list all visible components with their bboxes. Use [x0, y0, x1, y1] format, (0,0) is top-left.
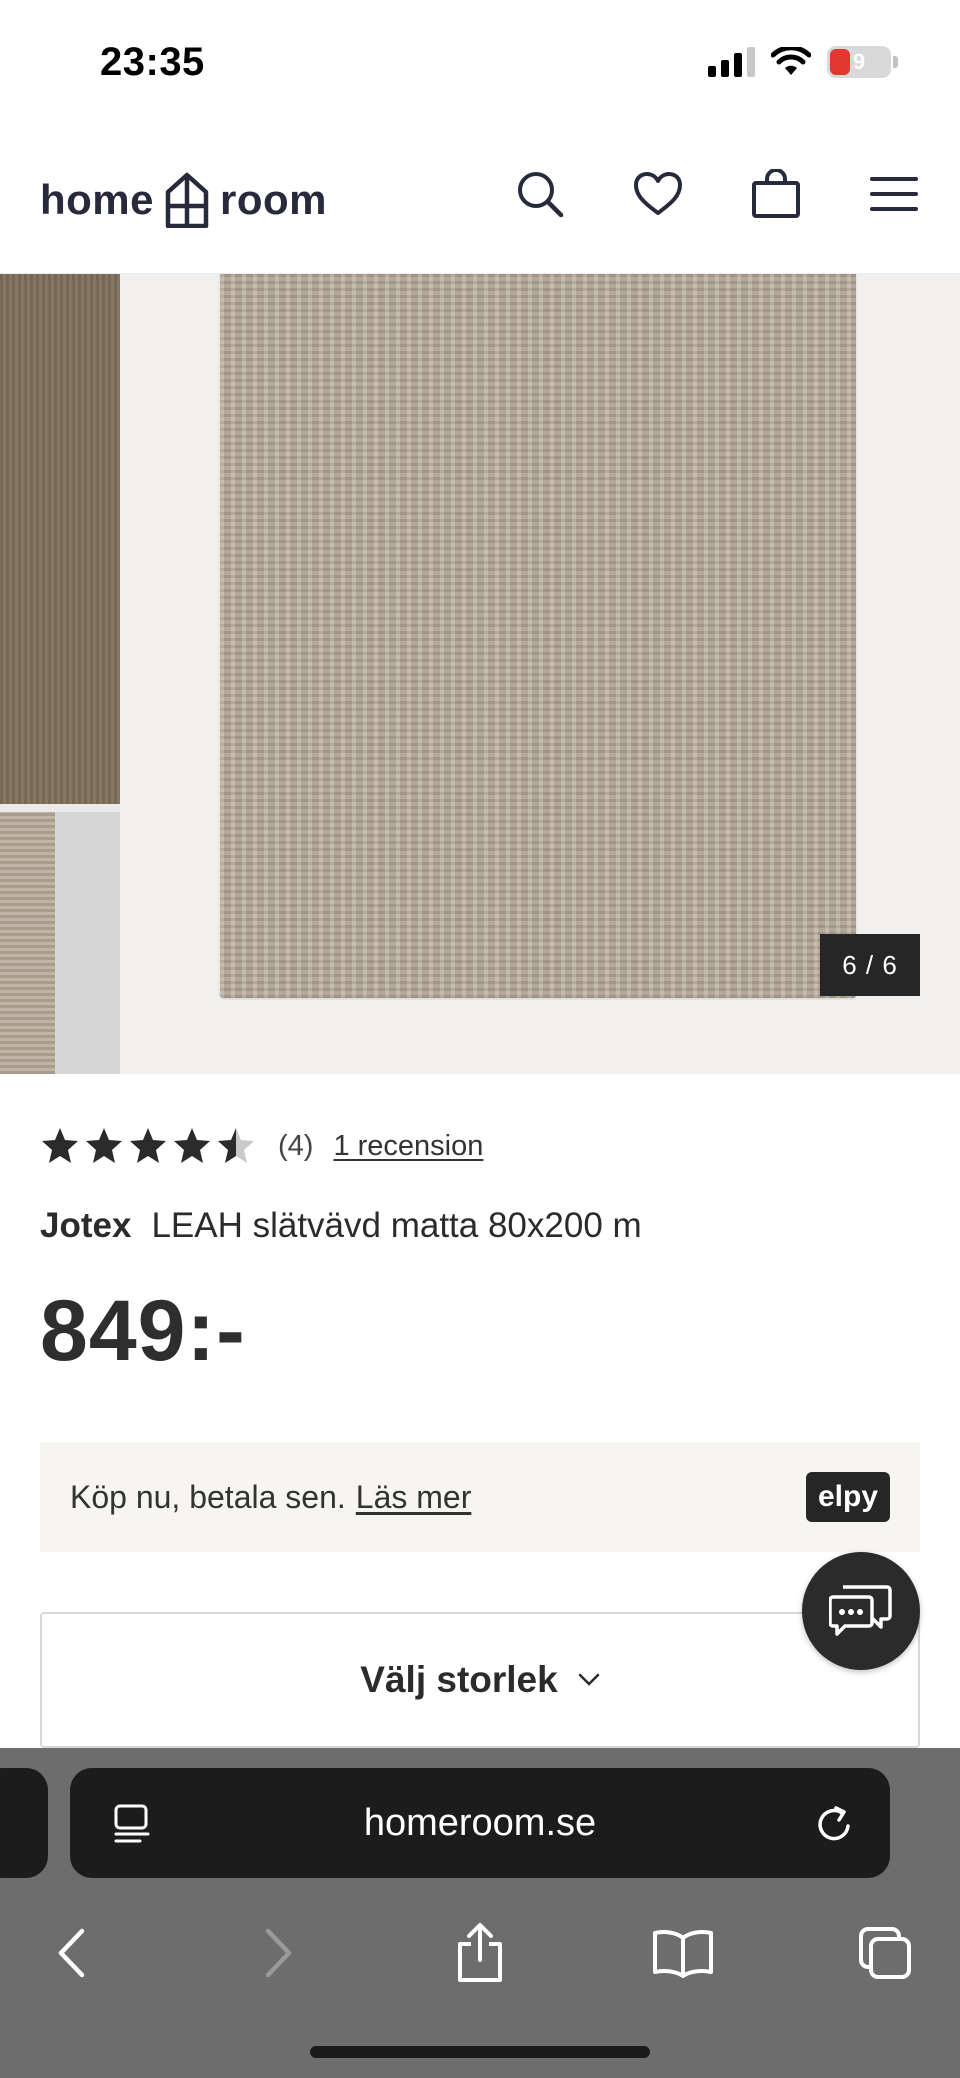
- pay-later-text: Köp nu, betala sen.: [70, 1478, 346, 1515]
- logo-word-home: home: [40, 176, 155, 223]
- chevron-down-icon: [578, 1673, 599, 1686]
- chevron-right-icon: [265, 1928, 292, 1978]
- status-bar: 23:35 9: [0, 0, 960, 128]
- address-bar[interactable]: homeroom.se: [70, 1768, 890, 1878]
- rating-stars: [40, 1126, 256, 1166]
- star-full-icon: [130, 1128, 166, 1163]
- slide-counter: 6 / 6: [820, 934, 920, 996]
- back-button[interactable]: [36, 1918, 106, 1988]
- product-name: LEAH slätvävd matta 80x200 m: [151, 1206, 642, 1245]
- size-select-label: Välj storlek: [360, 1659, 558, 1700]
- url-text: homeroom.se: [363, 1802, 597, 1844]
- logo-word-room: room: [220, 176, 328, 223]
- wifi-icon: [771, 47, 811, 75]
- menu-button[interactable]: [868, 168, 920, 220]
- battery-level: 9: [852, 49, 866, 74]
- pay-later-banner: Köp nu, betala sen. Läs mer elpy: [40, 1442, 920, 1552]
- heart-icon: [634, 172, 682, 215]
- elpy-logo: elpy: [805, 1472, 890, 1522]
- previous-slide[interactable]: [0, 274, 120, 1074]
- browser-toolbar: homeroom.se: [0, 1748, 960, 2078]
- search-icon: [518, 172, 564, 218]
- house-logo-icon: [165, 172, 209, 228]
- chat-button[interactable]: [802, 1552, 920, 1670]
- bookmarks-button[interactable]: [648, 1918, 718, 1988]
- wishlist-button[interactable]: [632, 168, 684, 220]
- homeroom-logo[interactable]: home room: [40, 168, 327, 232]
- battery-icon: 9: [827, 46, 898, 78]
- status-time: 23:35: [100, 40, 205, 84]
- previous-rug-image-lower: [0, 812, 55, 1074]
- star-half-icon: [218, 1128, 254, 1163]
- product-gallery[interactable]: 6 / 6: [0, 274, 960, 1074]
- cart-button[interactable]: [750, 168, 802, 220]
- browser-nav-row: [0, 1908, 960, 1998]
- pay-later-read-more-link[interactable]: Läs mer: [356, 1479, 472, 1516]
- home-indicator[interactable]: [310, 2046, 650, 2058]
- product-price: 849:-: [40, 1283, 246, 1379]
- rating-row[interactable]: (4) 1 recension: [40, 1124, 483, 1168]
- rating-count: (4): [278, 1129, 314, 1162]
- previous-tab[interactable]: [0, 1768, 48, 1878]
- reload-icon[interactable]: [812, 1802, 856, 1846]
- reviews-link[interactable]: 1 recension: [333, 1130, 483, 1163]
- rug-product-image: [220, 274, 856, 998]
- chat-icon: [829, 1585, 892, 1636]
- previous-rug-image: [0, 274, 120, 804]
- cellular-signal-icon: [708, 47, 755, 77]
- star-full-icon: [174, 1128, 210, 1163]
- site-header: home room: [0, 128, 960, 274]
- previous-floor-image: [55, 812, 120, 1074]
- product-brand[interactable]: Jotex: [40, 1206, 131, 1245]
- forward-button[interactable]: [244, 1918, 314, 1988]
- product-title: Jotex LEAH slätvävd matta 80x200 m: [40, 1206, 642, 1246]
- chevron-left-icon: [58, 1928, 85, 1978]
- header-actions: [514, 168, 920, 220]
- search-button[interactable]: [514, 168, 566, 220]
- book-icon: [653, 1930, 713, 1978]
- size-select-button[interactable]: Välj storlek: [40, 1612, 920, 1748]
- star-full-icon: [42, 1128, 78, 1163]
- menu-icon: [870, 177, 918, 211]
- share-button[interactable]: [445, 1918, 515, 1988]
- status-icons: 9: [708, 46, 898, 78]
- tabs-icon: [859, 1927, 911, 1979]
- share-icon: [458, 1923, 502, 1982]
- tabs-button[interactable]: [850, 1918, 920, 1988]
- star-full-icon: [86, 1128, 122, 1163]
- bag-icon: [752, 169, 800, 218]
